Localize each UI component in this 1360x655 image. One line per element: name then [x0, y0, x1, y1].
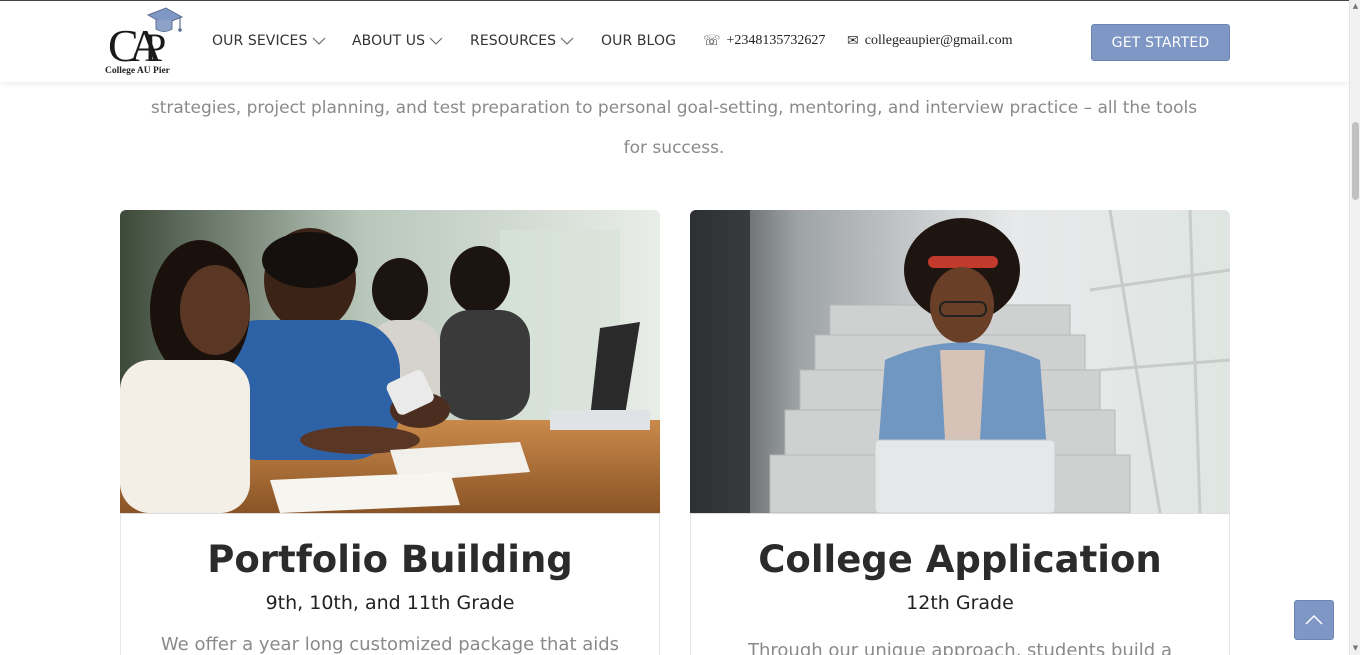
nav-about-us-label: ABOUT US	[352, 33, 426, 49]
get-started-button[interactable]: GET STARTED	[1091, 24, 1230, 61]
chevron-down-icon	[560, 37, 574, 45]
phone-icon: ☏	[703, 33, 721, 49]
card-description: Through our unique approach, students bu…	[748, 640, 1172, 655]
email-address: collegeaupier@gmail.com	[864, 33, 1013, 48]
chevron-down-icon	[429, 37, 443, 45]
college-application-card: College Application 12th Grade Through o…	[690, 210, 1230, 655]
scroll-thumb[interactable]	[1352, 122, 1359, 200]
phone-number: +2348135732627	[726, 33, 826, 48]
scroll-down-arrow-icon[interactable]: ▼	[1351, 644, 1360, 653]
nav-resources-label: RESOURCES	[470, 33, 557, 49]
students-studying-image	[120, 210, 660, 513]
card-title: Portfolio Building	[207, 538, 573, 581]
site-header: C A P College AU Pier OUR SEVICES ABOUT …	[0, 0, 1349, 82]
intro-paragraph: strategies, project planning, and test p…	[118, 88, 1230, 168]
card-subtitle: 12th Grade	[906, 592, 1014, 614]
back-to-top-button[interactable]	[1294, 600, 1334, 640]
email-contact[interactable]: ✉ collegeaupier@gmail.com	[847, 33, 1013, 49]
nav-our-blog[interactable]: OUR BLOG	[601, 33, 676, 49]
card-description: We offer a year long customized package …	[160, 634, 620, 655]
nav-our-services[interactable]: OUR SEVICES	[212, 33, 326, 49]
student-laptop-stairs-image	[690, 210, 1230, 513]
chevron-up-icon	[1305, 614, 1323, 625]
phone-contact[interactable]: ☏ +2348135732627	[703, 33, 825, 49]
college-application-card-body: College Application 12th Grade Through o…	[690, 513, 1230, 655]
chevron-down-icon	[312, 37, 325, 45]
nav-our-blog-label: OUR BLOG	[601, 33, 677, 49]
nav-about-us[interactable]: ABOUT US	[352, 33, 443, 49]
logo-text: College AU Pier	[105, 66, 170, 76]
vertical-scrollbar[interactable]: ▲ ▼	[1349, 0, 1360, 655]
scroll-up-arrow-icon[interactable]: ▲	[1351, 2, 1360, 11]
portfolio-building-card: Portfolio Building 9th, 10th, and 11th G…	[120, 210, 660, 655]
portfolio-building-card-body: Portfolio Building 9th, 10th, and 11th G…	[120, 513, 660, 655]
envelope-icon: ✉	[847, 33, 859, 49]
card-subtitle: 9th, 10th, and 11th Grade	[265, 592, 515, 614]
nav-resources[interactable]: RESOURCES	[470, 33, 574, 49]
intro-line-2: for success.	[623, 138, 725, 158]
card-title: College Application	[758, 538, 1162, 581]
nav-our-services-label: OUR SEVICES	[212, 33, 308, 49]
intro-line-1: strategies, project planning, and test p…	[150, 98, 1198, 118]
